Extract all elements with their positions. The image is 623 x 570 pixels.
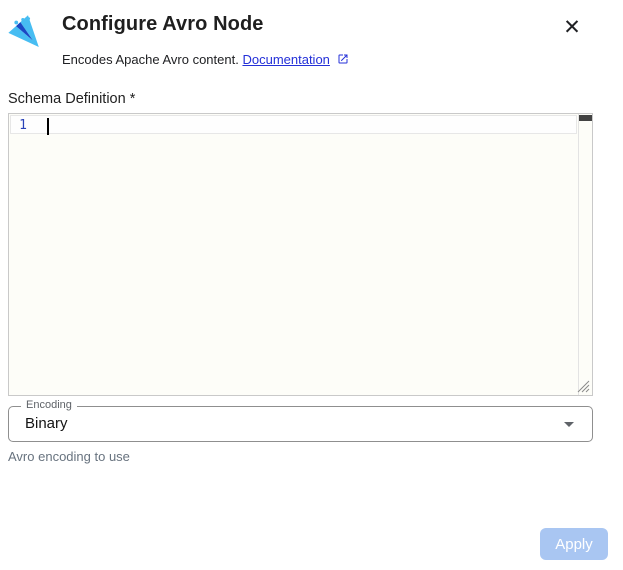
configure-avro-node-dialog: Configure Avro Node Encodes Apache Avro … (0, 0, 623, 570)
encoding-label: Encoding (21, 399, 77, 411)
encoding-select[interactable]: Encoding Binary (8, 406, 593, 442)
schema-definition-editor[interactable]: 1 (8, 113, 593, 396)
resize-grip-icon[interactable] (577, 380, 590, 393)
editor-active-line[interactable]: 1 (10, 115, 577, 134)
schema-definition-label: Schema Definition * (8, 91, 135, 107)
page-title: Configure Avro Node (62, 13, 264, 36)
apply-button[interactable]: Apply (540, 528, 608, 560)
dialog-description: Encodes Apache Avro content. Documentati… (62, 52, 349, 68)
caret-down-icon[interactable] (564, 422, 574, 427)
editor-scrollbar[interactable] (578, 114, 592, 395)
encoding-value: Binary (25, 415, 68, 432)
paper-plane-icon (6, 12, 50, 58)
documentation-link[interactable]: Documentation (242, 52, 329, 67)
text-cursor (47, 118, 49, 135)
close-icon[interactable]: ✕ (556, 12, 588, 44)
open-in-new-icon[interactable] (337, 53, 349, 68)
editor-scrollbar-thumb[interactable] (579, 115, 592, 121)
line-number: 1 (11, 118, 35, 133)
encoding-helper-text: Avro encoding to use (8, 449, 130, 464)
description-text: Encodes Apache Avro content. (62, 52, 239, 67)
